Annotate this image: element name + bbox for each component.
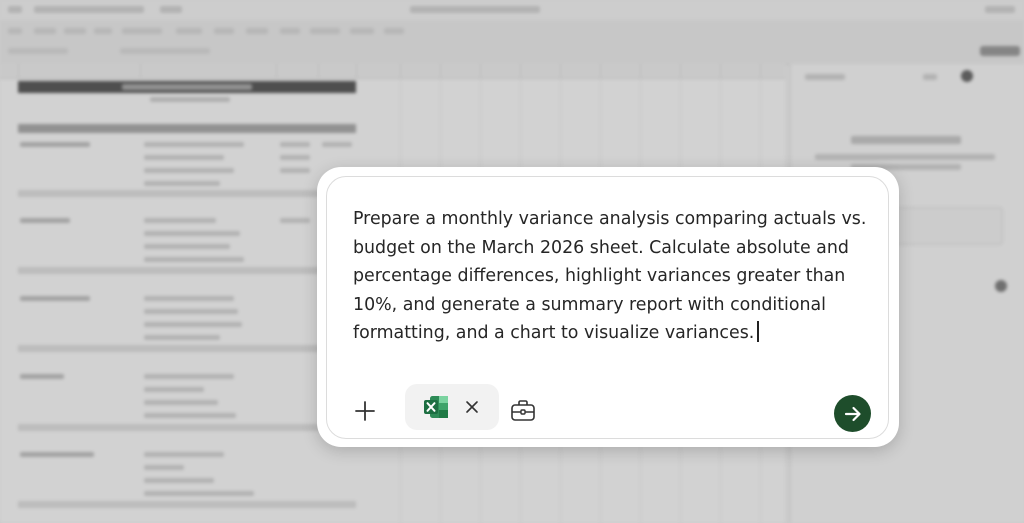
text-caret xyxy=(757,321,760,343)
prompt-composer[interactable]: Prepare a monthly variance analysis comp… xyxy=(326,176,889,439)
prompt-card: Prepare a monthly variance analysis comp… xyxy=(317,167,899,447)
tools-button[interactable] xyxy=(509,398,537,424)
excel-icon xyxy=(424,396,448,418)
add-button[interactable] xyxy=(351,397,379,425)
arrow-right-icon xyxy=(844,406,861,421)
send-button[interactable] xyxy=(834,395,871,432)
close-icon xyxy=(466,401,478,413)
prompt-text: Prepare a monthly variance analysis comp… xyxy=(353,209,867,344)
remove-attachment-button[interactable] xyxy=(462,397,482,417)
plus-icon xyxy=(355,401,375,421)
prompt-input[interactable]: Prepare a monthly variance analysis comp… xyxy=(353,205,873,348)
briefcase-icon xyxy=(511,400,535,421)
attachment-chip[interactable] xyxy=(405,384,499,430)
